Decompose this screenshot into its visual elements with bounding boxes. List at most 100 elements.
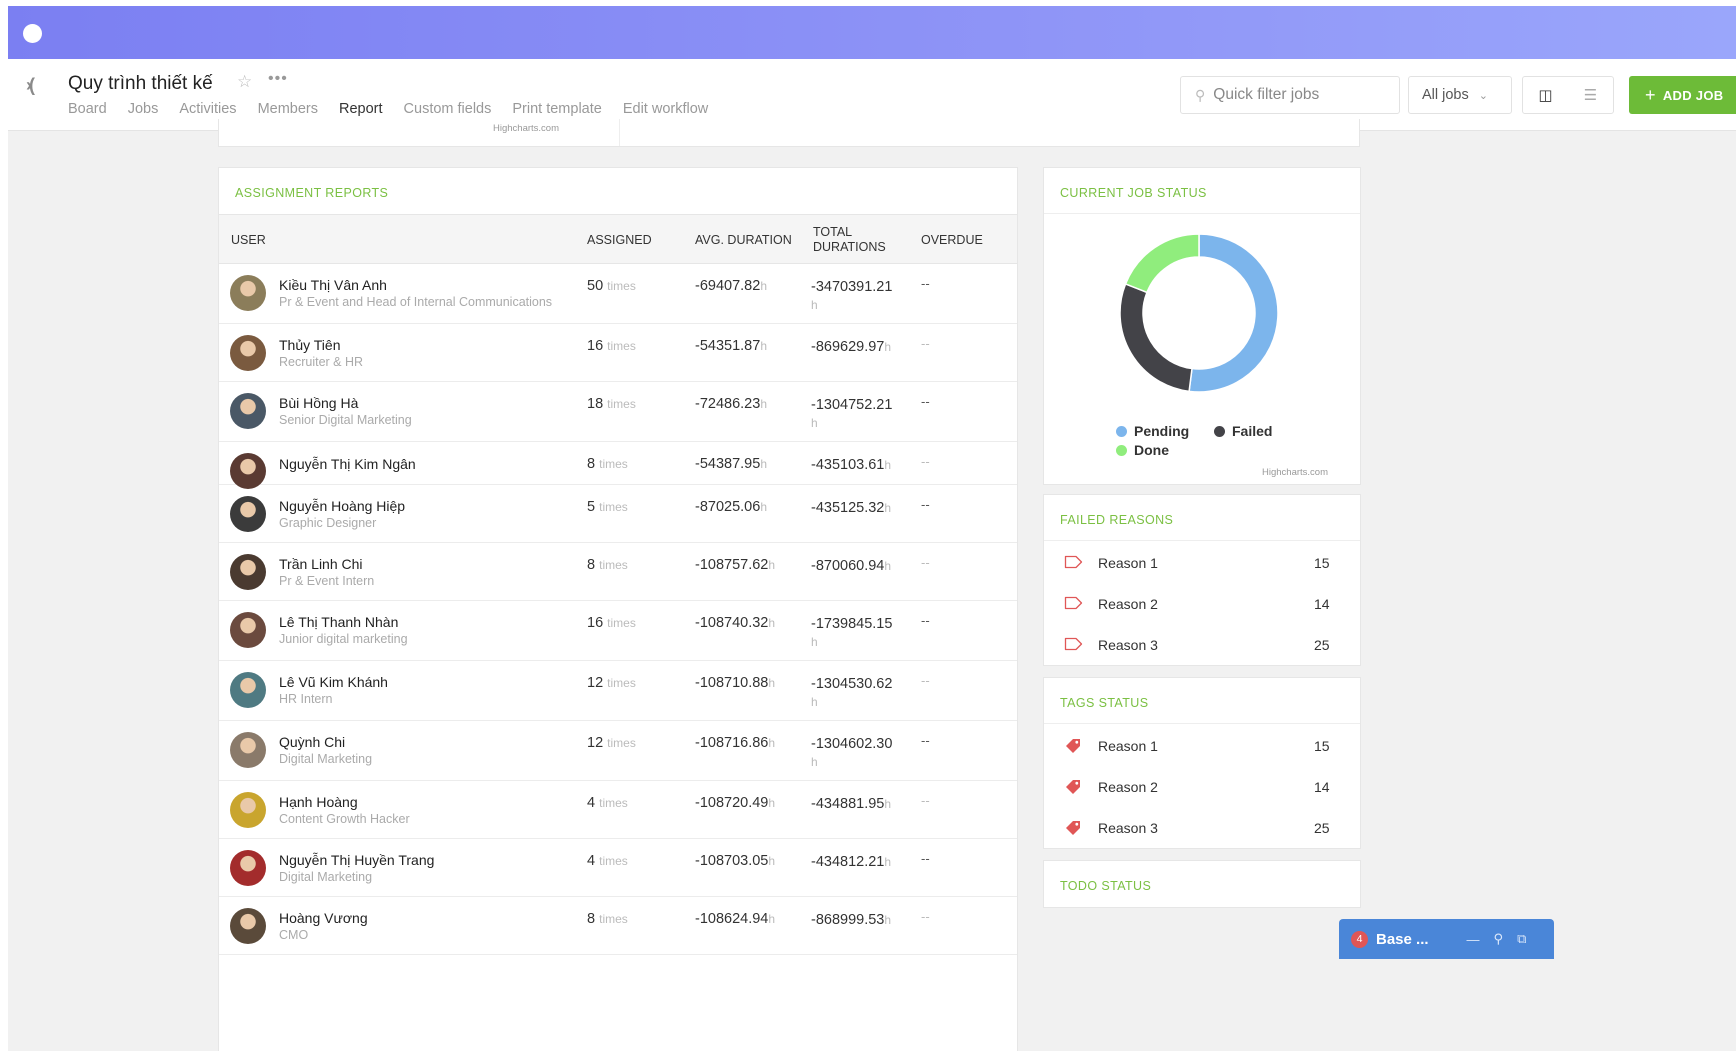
list-item[interactable]: Reason 2 14 [1044, 584, 1360, 625]
avg-duration-value: -54387.95 [695, 456, 761, 472]
table-row[interactable]: Trần Linh Chi Pr & Event Intern 8 times … [219, 543, 1017, 601]
user-name[interactable]: Nguyễn Thị Kim Ngân [279, 456, 416, 472]
user-name[interactable]: Hoàng Vương [279, 910, 368, 926]
hour-unit: h [884, 797, 892, 811]
avatar [230, 496, 266, 532]
hour-unit: h [884, 340, 892, 354]
assigned-count: 18 [587, 396, 604, 412]
user-name[interactable]: Kiều Thị Vân Anh [279, 277, 387, 293]
quick-filter-input[interactable] [1213, 86, 1374, 104]
hour-unit: h [768, 796, 776, 810]
list-view-icon[interactable]: ☰ [1568, 77, 1613, 113]
jobs-filter-select[interactable]: All jobs ⌄ [1408, 76, 1512, 114]
table-row[interactable]: Hạnh Hoàng Content Growth Hacker 4 times… [219, 781, 1017, 839]
plus-icon: + [1645, 84, 1656, 105]
highcharts-credit[interactable]: Highcharts.com [1262, 467, 1328, 478]
donut-slice-pending[interactable] [1188, 233, 1279, 393]
table-row[interactable]: Nguyễn Thị Huyền Trang Digital Marketing… [219, 839, 1017, 897]
hour-unit: h [760, 457, 767, 471]
legend-item-failed[interactable]: Failed [1214, 423, 1272, 439]
avatar [230, 554, 266, 590]
total-duration-value: -1739845.15 [811, 616, 893, 632]
add-job-button[interactable]: + ADD JOB [1629, 76, 1736, 114]
col-assigned[interactable]: ASSIGNED [587, 233, 652, 248]
overdue-value: -- [921, 793, 930, 808]
window-dot-icon [23, 24, 42, 43]
table-row[interactable]: Nguyễn Hoàng Hiệp Graphic Designer 5 tim… [219, 485, 1017, 543]
assignment-reports-title: ASSIGNMENT REPORTS [235, 186, 389, 200]
list-item[interactable]: Reason 2 14 [1044, 767, 1360, 808]
user-name[interactable]: Lê Vũ Kim Khánh [279, 674, 388, 690]
tab-board[interactable]: Board [68, 101, 107, 127]
quick-filter-search[interactable]: ⚲ [1180, 76, 1400, 114]
list-item[interactable]: Reason 1 15 [1044, 543, 1360, 584]
user-name[interactable]: Quỳnh Chi [279, 734, 345, 750]
table-row[interactable]: Thủy Tiên Recruiter & HR 16 times -54351… [219, 324, 1017, 382]
table-row[interactable]: Lê Thị Thanh Nhàn Junior digital marketi… [219, 601, 1017, 661]
external-link-icon[interactable]: ⧉ [1517, 931, 1526, 947]
minimize-icon[interactable]: — [1467, 932, 1480, 947]
hour-unit: h [760, 500, 767, 514]
avg-duration-cell: -108757.62h [695, 557, 775, 573]
table-row[interactable]: Quỳnh Chi Digital Marketing 12 times -10… [219, 721, 1017, 781]
table-row[interactable]: Nguyễn Thị Kim Ngân 8 times -54387.95h -… [219, 442, 1017, 489]
overdue-value: -- [921, 555, 930, 570]
user-name[interactable]: Thủy Tiên [279, 337, 340, 353]
reason-count: 15 [1314, 738, 1330, 754]
hour-unit: h [884, 855, 892, 869]
col-overdue[interactable]: OVERDUE [921, 233, 983, 248]
table-row[interactable]: Lê Vũ Kim Khánh HR Intern 12 times -1087… [219, 661, 1017, 721]
user-name[interactable]: Hạnh Hoàng [279, 794, 358, 810]
donut-slice-done[interactable] [1124, 233, 1200, 294]
browser-top-band [8, 6, 1736, 59]
reason-name: Reason 2 [1098, 596, 1158, 612]
assigned-count: 12 [587, 675, 604, 691]
legend-item-pending[interactable]: Pending [1116, 423, 1189, 439]
user-role: Graphic Designer [279, 516, 377, 530]
user-role: HR Intern [279, 692, 333, 706]
star-icon[interactable]: ☆ [237, 72, 252, 92]
user-name[interactable]: Lê Thị Thanh Nhàn [279, 614, 398, 630]
hour-unit: h [760, 279, 767, 293]
avatar [230, 908, 266, 944]
highcharts-credit[interactable]: Highcharts.com [493, 123, 559, 134]
user-name[interactable]: Trần Linh Chi [279, 556, 363, 572]
card-header-divider [1044, 213, 1360, 214]
overdue-value: -- [921, 613, 930, 628]
user-name[interactable]: Nguyễn Thị Huyền Trang [279, 852, 434, 868]
tag-outline-icon [1064, 637, 1083, 651]
col-total-durations[interactable]: TOTAL DURATIONS [813, 225, 886, 255]
total-duration-value: -1304752.21 [811, 397, 893, 413]
table-row[interactable]: Bùi Hồng Hà Senior Digital Marketing 18 … [219, 382, 1017, 442]
col-total-line1: TOTAL [813, 225, 853, 239]
reason-name: Reason 3 [1098, 637, 1158, 653]
list-item[interactable]: Reason 3 25 [1044, 808, 1360, 849]
base-chat-widget[interactable]: 4 Base ... — ⚲ ⧉ [1339, 919, 1554, 959]
base-widget-label: Base ... [1376, 930, 1429, 948]
legend-item-done[interactable]: Done [1116, 442, 1169, 458]
list-item[interactable]: Reason 1 15 [1044, 726, 1360, 767]
assigned-cell: 18 times [587, 396, 636, 412]
legend-dot-icon [1116, 426, 1127, 437]
list-item[interactable]: Reason 3 25 [1044, 625, 1360, 666]
col-avg-duration[interactable]: AVG. DURATION [695, 233, 792, 248]
total-duration-cell: -1739845.15 h [811, 615, 905, 651]
tag-filled-icon [1066, 780, 1080, 794]
back-logo-icon[interactable]: ›( [26, 75, 48, 95]
table-row[interactable]: Kiều Thị Vân Anh Pr & Event and Head of … [219, 264, 1017, 324]
table-row[interactable]: Hoàng Vương CMO 8 times -108624.94h -868… [219, 897, 1017, 955]
more-options-icon[interactable]: ••• [268, 70, 288, 88]
times-unit: times [599, 854, 628, 868]
assigned-count: 4 [587, 853, 596, 869]
avg-duration-value: -69407.82 [695, 278, 761, 294]
board-view-icon[interactable]: ◫ [1523, 77, 1568, 113]
avg-duration-cell: -108740.32h [695, 615, 775, 631]
user-name[interactable]: Nguyễn Hoàng Hiệp [279, 498, 405, 514]
tab-jobs[interactable]: Jobs [128, 101, 159, 127]
user-name[interactable]: Bùi Hồng Hà [279, 395, 358, 411]
search-icon[interactable]: ⚲ [1494, 931, 1504, 947]
donut-slice-failed[interactable] [1119, 282, 1193, 393]
total-duration-cell: -1304602.30 h [811, 735, 905, 771]
times-unit: times [599, 457, 628, 471]
col-user[interactable]: USER [231, 233, 266, 248]
